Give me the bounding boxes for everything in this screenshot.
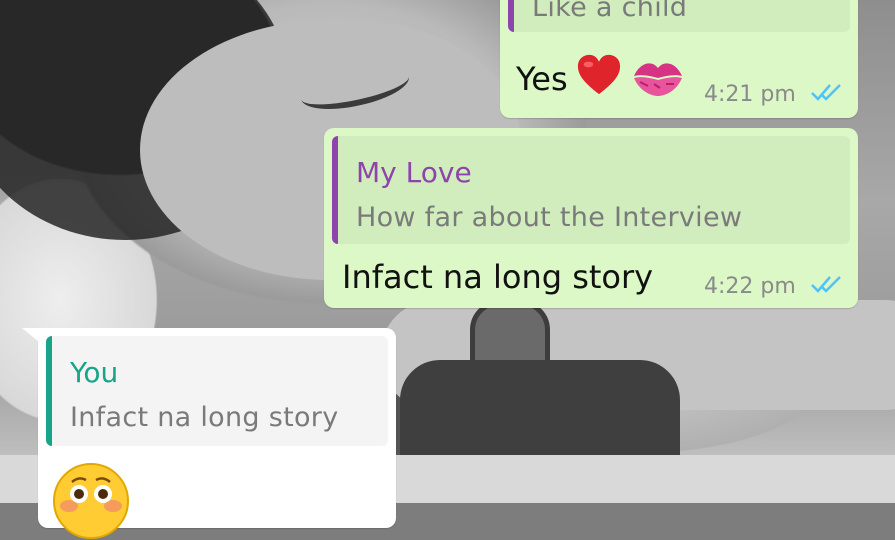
- quote-bar: [508, 0, 514, 32]
- message-time: 4:22 pm: [704, 274, 796, 299]
- reply-quote[interactable]: Like a child: [508, 0, 850, 32]
- reply-quote[interactable]: You Infact na long story: [46, 336, 388, 446]
- message-bubble-outgoing[interactable]: My Love How far about the Interview Infa…: [324, 128, 858, 308]
- flushed-face-emoji: [53, 463, 129, 539]
- double-check-icon: [811, 276, 841, 293]
- quote-text: Infact na long story: [70, 402, 339, 433]
- reply-quote[interactable]: My Love How far about the Interview: [332, 136, 850, 244]
- quote-bar: [46, 336, 52, 446]
- double-check-icon: [811, 84, 841, 101]
- quote-bar: [332, 136, 338, 244]
- quote-author: My Love: [356, 156, 472, 189]
- message-time: 4:21 pm: [704, 82, 796, 107]
- message-bubble-incoming[interactable]: You Infact na long story: [22, 328, 396, 539]
- red-heart-emoji: [577, 54, 621, 95]
- message-text: Infact na long story: [342, 258, 654, 296]
- quote-text: How far about the Interview: [356, 202, 743, 233]
- quote-author: You: [70, 356, 119, 389]
- kiss-mark-emoji: [634, 63, 682, 96]
- bubble-tail: [22, 328, 44, 346]
- message-text: Yes: [516, 60, 568, 98]
- message-bubble-outgoing[interactable]: Like a child Yes 4:21 pm: [500, 0, 858, 118]
- quote-text: Like a child: [532, 0, 688, 23]
